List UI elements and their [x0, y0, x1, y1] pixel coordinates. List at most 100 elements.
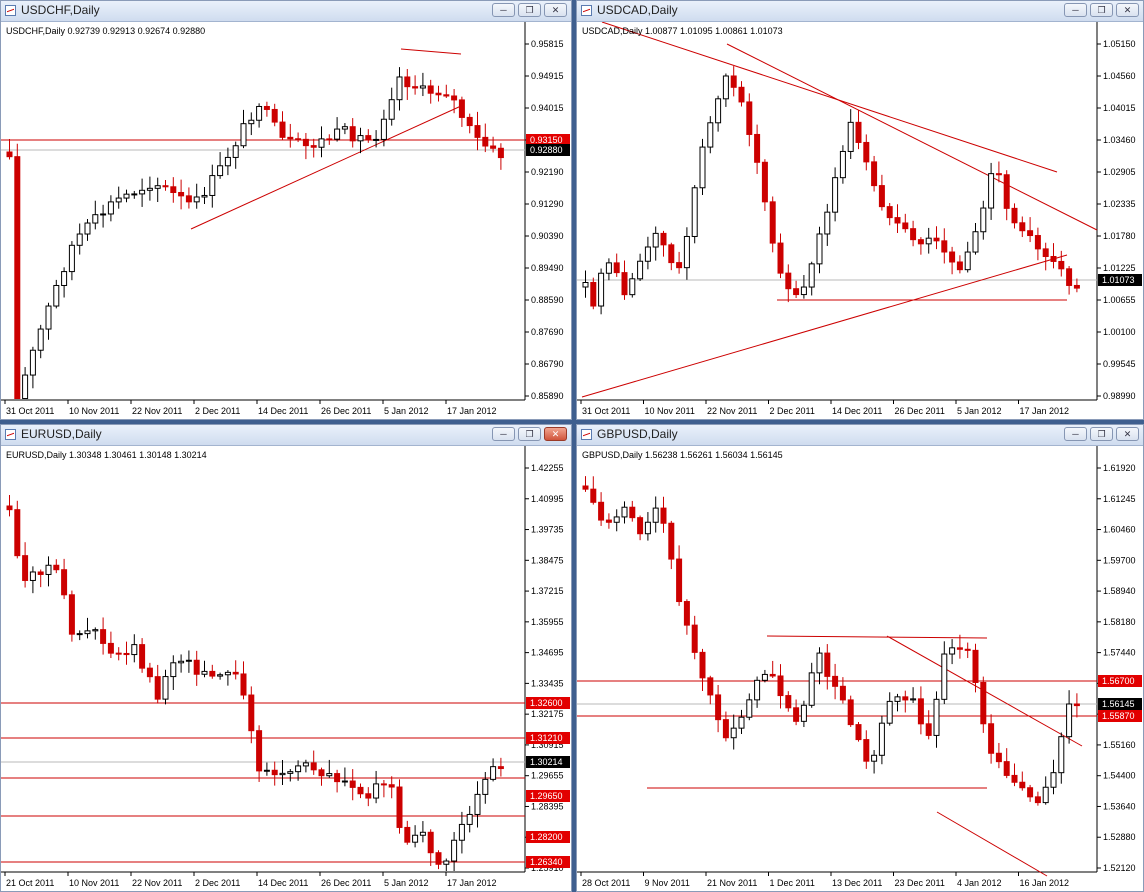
- candle-body: [29, 571, 36, 581]
- candle-body: [824, 211, 831, 235]
- trendline[interactable]: [400, 48, 462, 55]
- candle-body: [45, 564, 52, 575]
- window-titlebar[interactable]: USDCHF,Daily ─ ❐ ✕: [1, 1, 571, 22]
- candle-body: [482, 136, 489, 147]
- candle-body: [53, 284, 60, 307]
- candlestick-chart[interactable]: 1.05150 1.04560 1.04015 1.03460 1.02905 1.023…: [577, 22, 1144, 420]
- candle-body: [100, 629, 107, 644]
- time-tick-label: 10 Nov 2011: [69, 878, 119, 888]
- symbol-info: EURUSD,Daily 1.30348 1.30461 1.30148 1.3…: [6, 450, 207, 460]
- candle-body: [949, 647, 956, 655]
- restore-button[interactable]: ❐: [1090, 427, 1113, 441]
- minimize-button[interactable]: ─: [1064, 427, 1087, 441]
- price-tick-label: 1.38475: [531, 555, 564, 565]
- restore-button[interactable]: ❐: [1090, 3, 1113, 17]
- candle-body: [373, 783, 380, 799]
- chart-window-eurusd[interactable]: EURUSD,Daily ─ ❐ ✕ 1.42255 1.40995 1.39735…: [0, 424, 572, 892]
- restore-button[interactable]: ❐: [518, 3, 541, 17]
- trendline[interactable]: [766, 635, 988, 639]
- price-chart[interactable]: 1.61920 1.61245 1.60460 1.59700 1.58940 1.581…: [577, 446, 1143, 891]
- candle-body: [956, 647, 963, 650]
- candle-body: [637, 260, 644, 280]
- candle-body: [1003, 761, 1010, 776]
- close-button[interactable]: ✕: [544, 427, 567, 441]
- price-tick-label: 0.99545: [1103, 359, 1136, 369]
- candle-body: [466, 813, 473, 825]
- price-tag-label: 1.26340: [530, 857, 563, 867]
- chart-window-usdchf[interactable]: USDCHF,Daily ─ ❐ ✕ 0.95815 0.94915 0.94015…: [0, 0, 572, 420]
- candle-body: [84, 630, 91, 635]
- candle-body: [871, 161, 878, 187]
- trendline[interactable]: [726, 43, 1098, 231]
- candle-body: [404, 826, 411, 843]
- window-titlebar[interactable]: EURUSD,Daily ─ ❐ ✕: [1, 425, 571, 446]
- candle-body: [76, 233, 83, 246]
- candle-body: [964, 648, 971, 651]
- candlestick-chart[interactable]: 0.958150.949150.940150.931150.921900.912…: [1, 22, 572, 420]
- candlestick-chart[interactable]: 1.42255 1.40995 1.39735 1.38475 1.37215 1.359…: [1, 446, 572, 892]
- candle-body: [683, 235, 690, 269]
- price-tick-label: 1.00100: [1103, 327, 1136, 337]
- trendline[interactable]: [190, 105, 462, 230]
- candle-body: [388, 784, 395, 788]
- price-tick-label: 1.59700: [1103, 555, 1136, 565]
- price-tag-label: 1.56700: [1102, 676, 1135, 686]
- candle-body: [746, 101, 753, 135]
- trendline[interactable]: [936, 811, 1048, 877]
- price-tick-label: 0.90390: [531, 231, 564, 241]
- candle-body: [910, 698, 917, 701]
- chart-window-gbpusd[interactable]: GBPUSD,Daily ─ ❐ ✕ 1.61920 1.61245 1.60460…: [576, 424, 1144, 892]
- window-titlebar[interactable]: GBPUSD,Daily ─ ❐ ✕: [577, 425, 1143, 446]
- price-chart[interactable]: 1.05150 1.04560 1.04015 1.03460 1.02905 1.023…: [577, 22, 1143, 419]
- price-tick-label: 0.94015: [531, 103, 564, 113]
- candle-body: [1066, 268, 1073, 286]
- close-button[interactable]: ✕: [544, 3, 567, 17]
- chart-window-icon: [5, 5, 16, 16]
- candle-body: [178, 191, 185, 197]
- candle-body: [451, 95, 458, 101]
- minimize-button[interactable]: ─: [492, 3, 515, 17]
- candle-body: [722, 75, 729, 100]
- price-tag-label: 0.93150: [530, 135, 563, 145]
- trendline[interactable]: [581, 254, 1068, 398]
- candle-body: [839, 685, 846, 701]
- candle-body: [474, 125, 481, 138]
- close-button[interactable]: ✕: [1116, 427, 1139, 441]
- minimize-button[interactable]: ─: [1064, 3, 1087, 17]
- price-chart[interactable]: 0.958150.949150.940150.931150.921900.912…: [1, 22, 571, 419]
- candle-body: [14, 156, 21, 400]
- candle-body: [1073, 284, 1080, 289]
- candle-body: [668, 522, 675, 560]
- time-tick-label: 21 Nov 2011: [707, 878, 757, 888]
- candle-body: [855, 724, 862, 741]
- candle-body: [53, 564, 60, 571]
- candle-body: [652, 232, 659, 248]
- candle-body: [808, 263, 815, 288]
- candle-body: [746, 699, 753, 718]
- candle-body: [598, 501, 605, 521]
- time-tick-label: 2 Dec 2011: [770, 406, 815, 416]
- candle-body: [271, 108, 278, 123]
- close-button[interactable]: ✕: [1116, 3, 1139, 17]
- candle-body: [621, 506, 628, 518]
- minimize-button[interactable]: ─: [492, 427, 515, 441]
- price-tick-label: 1.42255: [531, 463, 564, 473]
- candle-body: [412, 86, 419, 89]
- candle-body: [365, 793, 372, 799]
- time-tick-label: 2 Dec 2011: [195, 878, 240, 888]
- restore-button[interactable]: ❐: [518, 427, 541, 441]
- candle-body: [497, 766, 504, 770]
- time-tick-label: 22 Nov 2011: [132, 878, 182, 888]
- time-tick-label: 10 Nov 2011: [645, 406, 695, 416]
- symbol-info: GBPUSD,Daily 1.56238 1.56261 1.56034 1.5…: [582, 450, 783, 460]
- candle-body: [933, 237, 940, 242]
- window-title: USDCHF,Daily: [21, 3, 100, 17]
- candle-body: [115, 197, 122, 203]
- window-titlebar[interactable]: USDCAD,Daily ─ ❐ ✕: [577, 1, 1143, 22]
- trendline[interactable]: [601, 22, 1058, 173]
- candle-body: [162, 185, 169, 188]
- chart-window-usdcad[interactable]: USDCAD,Daily ─ ❐ ✕ 1.05150 1.04560 1.04015…: [576, 0, 1144, 420]
- price-chart[interactable]: 1.42255 1.40995 1.39735 1.38475 1.37215 1.359…: [1, 446, 571, 891]
- candlestick-chart[interactable]: 1.61920 1.61245 1.60460 1.59700 1.58940 1.581…: [577, 446, 1144, 892]
- candle-body: [949, 251, 956, 263]
